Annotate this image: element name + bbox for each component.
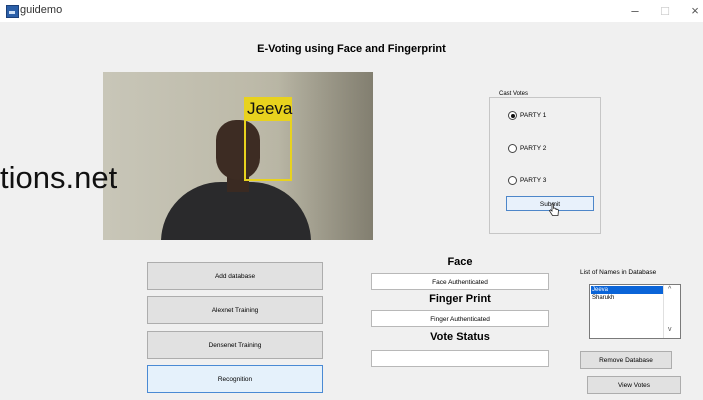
add-database-button[interactable]: Add database — [147, 262, 323, 290]
scroll-up-icon[interactable]: ^ — [668, 286, 671, 293]
remove-database-button[interactable]: Remove Database — [580, 351, 672, 369]
finger-status-field[interactable]: Finger Authenticated — [371, 310, 549, 327]
title-bar — [0, 0, 703, 22]
camera-view: Jeeva — [103, 72, 373, 240]
matlab-figure-icon — [6, 5, 19, 18]
watermark-text: tions.net — [0, 160, 118, 195]
window-title: guidemo — [20, 4, 63, 16]
party-3-radio[interactable] — [508, 176, 517, 185]
maximize-button[interactable]: □ — [650, 2, 680, 20]
face-name-label: Jeeva — [244, 97, 292, 121]
list-scrollbar[interactable]: ^ v — [663, 285, 681, 338]
hand-cursor-icon — [548, 203, 559, 216]
alexnet-training-button[interactable]: Alexnet Training — [147, 296, 323, 324]
party-2-radio[interactable] — [508, 144, 517, 153]
party-3-label: PARTY 3 — [520, 177, 547, 184]
close-button[interactable]: × — [680, 2, 703, 20]
database-names-list[interactable]: Jeeva Sharukh ^ v — [589, 284, 681, 339]
vote-status-heading: Vote Status — [430, 331, 490, 343]
database-list-label: List of Names in Database — [580, 269, 657, 276]
vote-status-field[interactable] — [371, 350, 549, 367]
party-2-label: PARTY 2 — [520, 145, 547, 152]
view-votes-button[interactable]: View Votes — [587, 376, 681, 394]
page-title: E-Voting using Face and Fingerprint — [257, 43, 446, 55]
face-heading: Face — [447, 256, 473, 268]
densenet-training-button[interactable]: Densenet Training — [147, 331, 323, 359]
recognition-button[interactable]: Recognition — [147, 365, 323, 393]
cast-votes-label: Cast Votes — [497, 91, 531, 97]
party-1-label: PARTY 1 — [520, 112, 547, 119]
scroll-down-icon[interactable]: v — [668, 326, 672, 333]
minimize-button[interactable]: – — [620, 2, 650, 20]
list-item[interactable]: Jeeva — [591, 286, 664, 294]
list-item[interactable]: Sharukh — [591, 294, 664, 302]
finger-print-heading: Finger Print — [429, 293, 491, 305]
party-1-radio[interactable] — [508, 111, 517, 120]
face-status-field[interactable]: Face Authenticated — [371, 273, 549, 290]
